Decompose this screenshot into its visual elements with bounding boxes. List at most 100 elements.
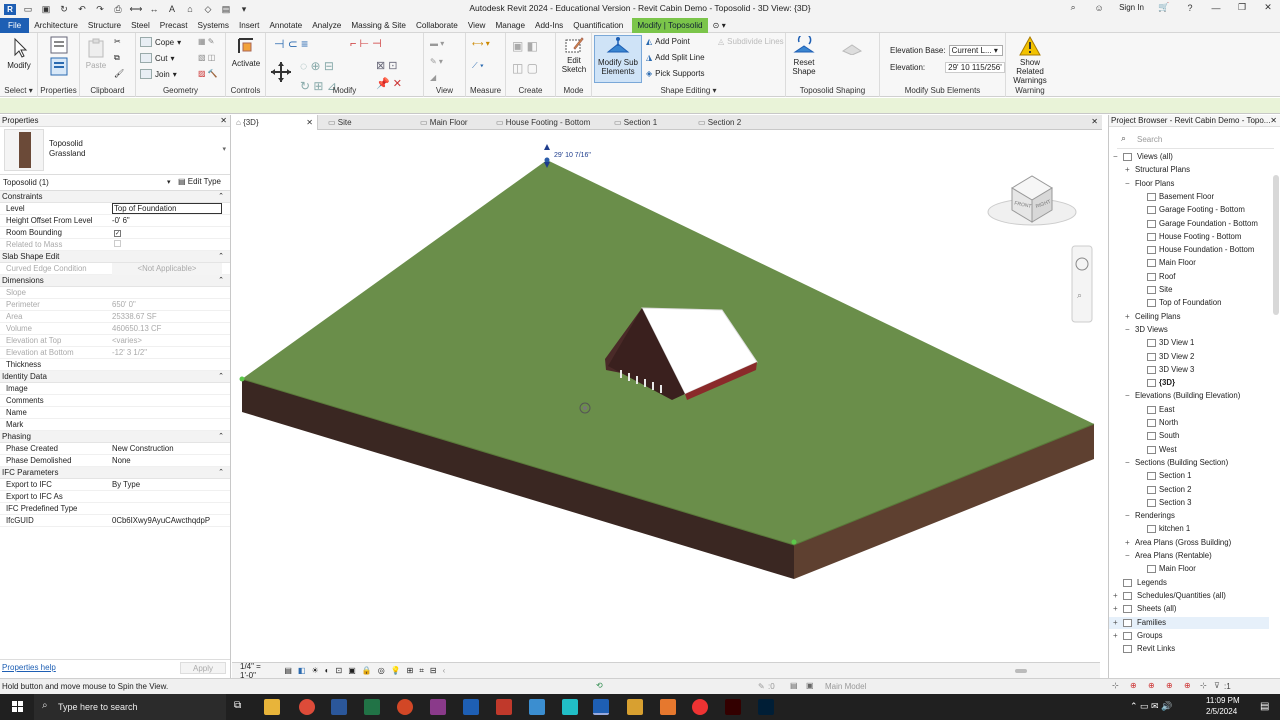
elevation-input[interactable]: 29' 10 115/256' [945, 62, 1006, 73]
aligned-dimension-icon[interactable]: ⟋ ▾ [472, 61, 484, 71]
property-section-header[interactable]: Dimensions ⌃ [0, 275, 230, 287]
tab-collaborate[interactable]: Collaborate [411, 18, 463, 33]
override-icon[interactable]: ✎ ▾ [430, 57, 443, 66]
close-tab-icon[interactable]: ✕ [306, 115, 313, 130]
word-icon[interactable] [331, 699, 347, 715]
property-value[interactable]: By Type [112, 479, 222, 491]
open-icon[interactable]: ▭ [22, 4, 34, 15]
browser-item[interactable]: North [1109, 417, 1269, 429]
tab-architecture[interactable]: Architecture [29, 18, 83, 33]
collapse-icon[interactable]: ⌃ [218, 467, 224, 479]
split-face-icon[interactable]: ▦ ✎ [198, 37, 214, 46]
modify-sub-elements-button[interactable]: Modify Sub Elements [594, 35, 642, 83]
subdivide-lines-button[interactable]: ◬ Subdivide Lines [718, 37, 784, 46]
browser-item[interactable]: Section 3 [1109, 497, 1269, 509]
chrome-icon[interactable] [299, 699, 315, 715]
browser-item[interactable]: − Sections (Building Section) [1109, 457, 1269, 469]
browser-item[interactable]: − Area Plans (Rentable) [1109, 550, 1269, 562]
browser-item[interactable]: House Foundation - Bottom [1109, 244, 1269, 256]
sun-path-icon[interactable]: ☀ [311, 666, 318, 675]
select-dropdown[interactable]: Select ▾ [0, 86, 37, 95]
design-options-icon[interactable]: ▤ [790, 681, 798, 690]
print-icon[interactable]: ⎙ [112, 4, 124, 15]
drag-elements-icon[interactable]: ⊕ [1184, 681, 1191, 690]
property-section-header[interactable]: Constraints ⌃ [0, 191, 230, 203]
browser-item[interactable]: 3D View 1 [1109, 337, 1269, 349]
browser-item[interactable]: −3D Views [1109, 324, 1269, 336]
horizontal-scrollbar[interactable] [451, 668, 1100, 674]
property-section-header[interactable]: IFC Parameters ⌃ [0, 467, 230, 479]
analytical-model-icon[interactable]: ⌗ [419, 666, 424, 676]
tab-precast[interactable]: Precast [155, 18, 193, 33]
taskbar-search-box[interactable]: ⌕ Type here to search [34, 694, 226, 720]
offset-icon[interactable]: ◌ ⊕ ⊟ [300, 59, 334, 73]
expand-toggle-icon[interactable]: − [1125, 511, 1130, 520]
select-links-icon[interactable]: ⊹ [1112, 681, 1119, 690]
photoshop-icon[interactable] [758, 699, 774, 715]
browser-item[interactable]: − Views (all) [1109, 151, 1269, 163]
view-tab[interactable]: ▭ Main Floor [416, 115, 500, 130]
add-point-button[interactable]: ◭ Add Point [646, 37, 690, 46]
onenote-icon[interactable] [430, 699, 446, 715]
fusion-icon[interactable] [660, 699, 676, 715]
browser-item[interactable]: Main Floor [1109, 563, 1269, 575]
section-icon[interactable]: ◇ [202, 4, 214, 15]
tab-manage[interactable]: Manage [490, 18, 530, 33]
tab-massing-site[interactable]: Massing & Site [346, 18, 411, 33]
collapse-icon[interactable]: ⌃ [218, 371, 224, 383]
model-selector[interactable]: Main Model [825, 682, 866, 691]
browser-item[interactable]: Revit Links [1109, 643, 1269, 655]
browser-item[interactable]: − Renderings [1109, 510, 1269, 522]
select-pinned-icon[interactable]: ⊕ [1148, 681, 1155, 690]
close-icon[interactable]: ✕ [1262, 2, 1274, 13]
properties-button[interactable] [46, 57, 72, 79]
cut-button[interactable]: Cut ▾ [140, 53, 174, 63]
type-selector[interactable]: Toposolid Grassland ▾ [0, 127, 230, 175]
apply-button[interactable]: Apply [180, 662, 226, 674]
elevation-base-select[interactable]: Current L... ▾ [948, 45, 1003, 56]
crop-view-icon[interactable]: ⊡ [335, 666, 342, 675]
tab-modify-toposolid[interactable]: Modify | Toposolid [632, 17, 708, 33]
cart-icon[interactable]: 🛒 [1158, 2, 1170, 13]
add-split-line-button[interactable]: ◮ Add Split Line [646, 53, 705, 62]
tab-steel[interactable]: Steel [126, 18, 155, 33]
text-icon[interactable]: A [166, 4, 178, 15]
tab-structure[interactable]: Structure [83, 18, 126, 33]
expand-toggle-icon[interactable]: − [1125, 325, 1130, 334]
activate-button[interactable]: Activate [230, 35, 262, 68]
collapse-icon[interactable]: ⌃ [218, 191, 224, 203]
3d-view-canvas[interactable]: 29' 10 7/16" FRONT RIGHT ⌕ [232, 130, 1100, 662]
tab-quantification[interactable]: Quantification [568, 18, 628, 33]
type-dropdown-icon[interactable]: ▾ [222, 145, 226, 153]
filter-dropdown-icon[interactable]: ▾ [167, 178, 171, 186]
browser-item[interactable]: Basement Floor [1109, 191, 1269, 203]
move-icon[interactable] [270, 61, 292, 83]
browser-item[interactable]: + Ceiling Plans [1109, 311, 1269, 323]
linework-icon[interactable]: ◢ [430, 73, 436, 82]
property-value[interactable]: Top of Foundation [112, 203, 222, 214]
expand-toggle-icon[interactable]: − [1113, 152, 1118, 161]
select-by-face-icon[interactable]: ⊕ [1166, 681, 1173, 690]
minimize-icon[interactable]: — [1210, 2, 1222, 13]
property-value[interactable]: New Construction [112, 443, 222, 455]
model-viewport[interactable]: 29' 10 7/16" FRONT RIGHT ⌕ [232, 130, 1100, 662]
wall-joins-icon[interactable]: ▧ ◫ [198, 53, 215, 62]
browser-item[interactable]: West [1109, 444, 1269, 456]
selected-point[interactable] [544, 157, 550, 163]
browser-item[interactable]: House Footing - Bottom [1109, 231, 1269, 243]
view-tab[interactable]: ⌂ {3D} ✕ [232, 115, 318, 130]
browser-item[interactable]: + Sheets (all) [1109, 603, 1269, 615]
browser-item[interactable]: Top of Foundation [1109, 297, 1269, 309]
app-sketch-icon[interactable] [562, 699, 578, 715]
redo-icon[interactable]: ↷ [94, 4, 106, 15]
view-tab[interactable]: ▭ House Footing - Bottom [492, 115, 590, 130]
expand-toggle-icon[interactable]: + [1113, 631, 1118, 640]
browser-item[interactable]: Garage Foundation - Bottom [1109, 218, 1269, 230]
view-scale[interactable]: 1/4" = 1'-0" [240, 662, 278, 680]
switch-windows-icon[interactable]: ▤ [220, 4, 232, 15]
undo-icon[interactable]: ↶ [76, 4, 88, 15]
app-s-icon[interactable] [529, 699, 545, 715]
paste-button[interactable]: Paste [84, 37, 108, 70]
zoom-icon[interactable]: ⌕ [1077, 290, 1082, 300]
elevation-tag[interactable]: 29' 10 7/16" [554, 152, 591, 159]
